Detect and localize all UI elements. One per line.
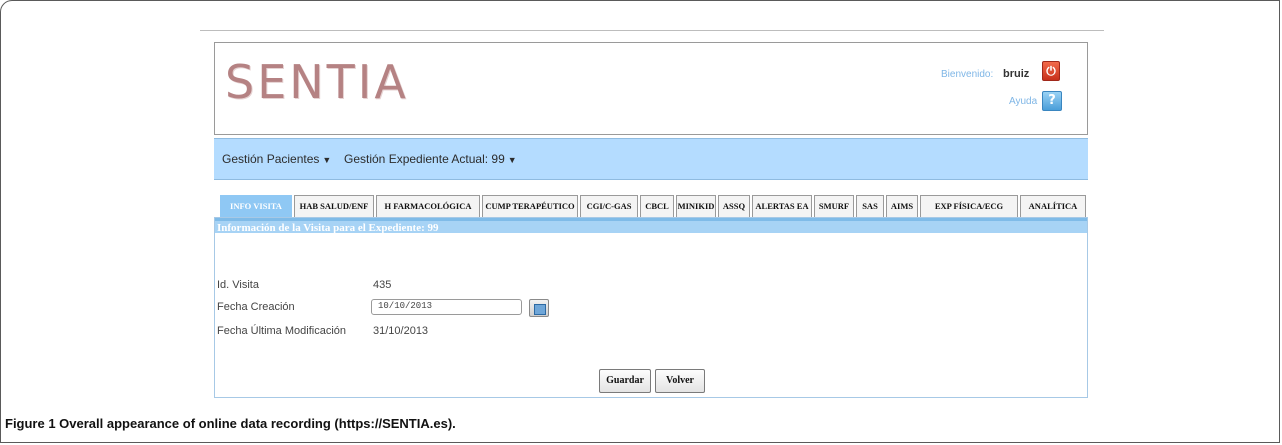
question-icon[interactable]: ? (1042, 91, 1062, 111)
tab-hab-salud[interactable]: HAB SALUD/ENF (294, 195, 374, 217)
caret-down-icon: ▼ (322, 155, 332, 165)
back-button[interactable]: Volver (655, 369, 705, 393)
save-button[interactable]: Guardar (599, 369, 651, 393)
app-window: SENTIA Bienvenido: bruiz ⏻ Ayuda ? Gesti… (214, 42, 1088, 398)
main-menubar: Gestión Pacientes ▼ Gestión Expediente Ac… (214, 138, 1088, 180)
last-modified-value: 31/10/2013 (373, 325, 429, 337)
tab-h-farmacologica[interactable]: H FARMACOLÓGICA (376, 195, 480, 217)
creation-date-label: Fecha Creación (217, 301, 295, 313)
visit-id-label: Id. Visita (217, 279, 259, 291)
tab-cbcl[interactable]: CBCL (640, 195, 674, 217)
figure-caption-text: Figure 1 Overall appearance of online da… (5, 416, 456, 431)
visit-info-panel: Información de la Visita para el Expedie… (214, 217, 1088, 398)
tab-cump-terapeutico[interactable]: CUMP TERAPÉUTICO (482, 195, 578, 217)
help-link[interactable]: Ayuda (1009, 96, 1037, 107)
tab-assq[interactable]: ASSQ (718, 195, 750, 217)
user-name: bruiz (1003, 68, 1030, 80)
logo-text: SENTIA (225, 55, 409, 109)
top-divider (200, 30, 1104, 31)
creation-date-input[interactable]: 10/10/2013 (371, 299, 522, 315)
tab-analitica[interactable]: ANALÍTICA (1020, 195, 1086, 217)
calendar-icon[interactable] (529, 299, 549, 317)
last-modified-label: Fecha Última Modificación (217, 325, 346, 337)
figure-caption: Figure 1 Overall appearance of online da… (5, 416, 456, 431)
menu-label: Gestión Pacientes (222, 152, 320, 166)
menu-label: Gestión Expediente Actual: 99 (344, 152, 505, 166)
tab-minikid[interactable]: MINIKID (676, 195, 716, 217)
tab-sas[interactable]: SAS (856, 195, 884, 217)
caret-down-icon: ▼ (507, 155, 517, 165)
app-header: SENTIA Bienvenido: bruiz ⏻ Ayuda ? (214, 42, 1088, 135)
visit-id-value: 435 (373, 279, 392, 291)
welcome-label: Bienvenido: (941, 69, 994, 80)
tab-alertas-ea[interactable]: ALERTAS EA (752, 195, 812, 217)
section-title: Información de la Visita para el Expedie… (215, 218, 1087, 234)
tab-cgi-cgas[interactable]: CGI/C-GAS (580, 195, 638, 217)
menu-gestion-pacientes[interactable]: Gestión Pacientes ▼ (222, 152, 331, 166)
menu-gestion-expediente[interactable]: Gestión Expediente Actual: 99 ▼ (344, 152, 517, 166)
sentia-logo: SENTIA (225, 55, 465, 125)
tab-aims[interactable]: AIMS (886, 195, 918, 217)
power-icon[interactable]: ⏻ (1042, 61, 1060, 81)
tab-smurf[interactable]: SMURF (814, 195, 854, 217)
tab-exp-fisica-ecg[interactable]: EXP FÍSICA/ECG (920, 195, 1018, 217)
tab-info-visita[interactable]: INFO VISITA (220, 195, 292, 217)
